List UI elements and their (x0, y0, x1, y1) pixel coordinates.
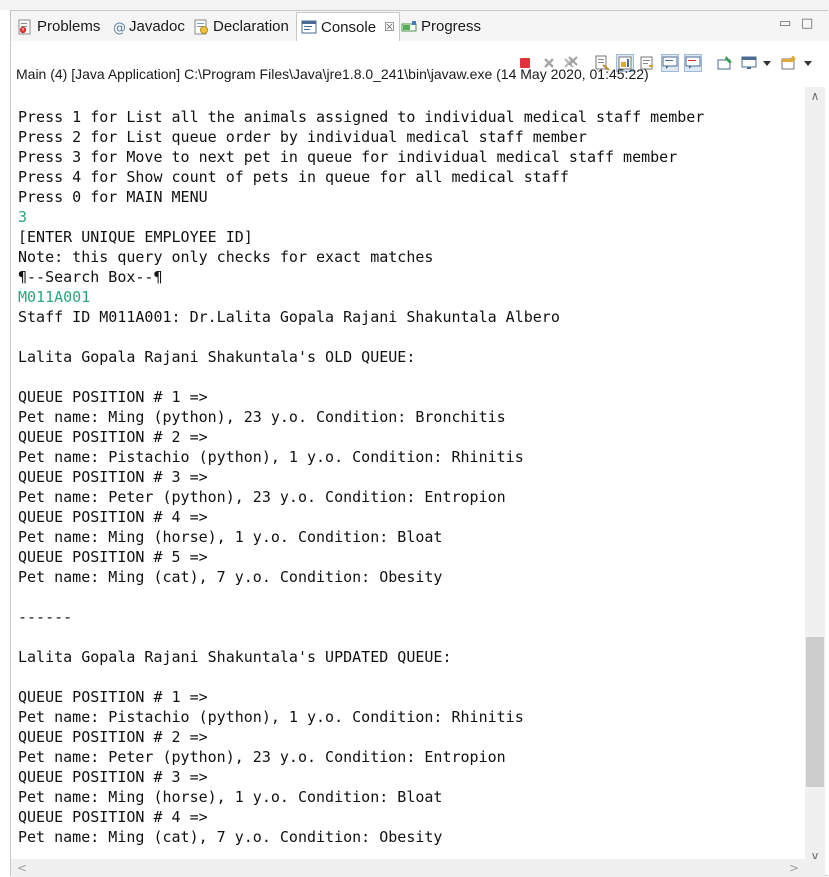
console-output-line: QUEUE POSITION # 2 => (18, 728, 208, 746)
console-output-line: Pet name: Pistachio (python), 1 y.o. Con… (18, 448, 524, 466)
console-output-line: Pet name: Peter (python), 23 y.o. Condit… (18, 488, 506, 506)
console-icon (301, 19, 317, 35)
console-output-line: Press 4 for Show count of pets in queue … (18, 168, 569, 186)
scroll-up-arrow-icon[interactable]: ∧ (805, 87, 825, 105)
process-label: Main (4) [Java Application] C:\Program F… (16, 66, 649, 82)
console-output-line: Pet name: Pistachio (python), 1 y.o. Con… (18, 708, 524, 726)
console-output-line: QUEUE POSITION # 4 => (18, 808, 208, 826)
problems-icon (17, 19, 33, 35)
console-view: Problems @ Javadoc Declaration Console ☒ (10, 10, 829, 877)
console-output-line: Press 3 for Move to next pet in queue fo… (18, 148, 678, 166)
console-output-line: Lalita Gopala Rajani Shakuntala's UPDATE… (18, 648, 452, 666)
console-output-line: Pet name: Ming (horse), 1 y.o. Condition… (18, 788, 443, 806)
tab-javadoc[interactable]: @ Javadoc (109, 13, 189, 40)
console-output-line: QUEUE POSITION # 1 => (18, 388, 208, 406)
console-output-line: Pet name: Ming (cat), 7 y.o. Condition: … (18, 828, 443, 846)
scroll-left-arrow-icon[interactable]: < (13, 859, 31, 877)
console-output-line: ¶--Search Box--¶ (18, 268, 163, 286)
console-input-line: 3 (18, 208, 28, 226)
minimize-view-button[interactable]: ▭ (779, 16, 791, 31)
console-output-line: QUEUE POSITION # 3 => (18, 768, 208, 786)
top-window-strip (0, 0, 829, 10)
javadoc-icon: @ (113, 19, 126, 36)
console-output-line: Pet name: Peter (python), 23 y.o. Condit… (18, 748, 506, 766)
scrollbar-corner (805, 859, 825, 877)
console-output-line: Pet name: Ming (horse), 1 y.o. Condition… (18, 528, 443, 546)
tab-label: Problems (37, 18, 101, 35)
console-output-line: Press 0 for MAIN MENU (18, 188, 208, 206)
tab-problems[interactable]: Problems (13, 13, 104, 40)
tab-label: Console (321, 18, 377, 36)
tab-label: Javadoc (129, 18, 185, 35)
tab-label: Progress (421, 18, 482, 35)
svg-text:@: @ (113, 21, 125, 35)
tab-declaration[interactable]: Declaration (189, 13, 293, 40)
view-tab-bar: Problems @ Javadoc Declaration Console ☒ (11, 11, 829, 42)
scroll-right-arrow-icon[interactable]: > (785, 859, 803, 877)
console-output-line: Pet name: Ming (cat), 7 y.o. Condition: … (18, 568, 443, 586)
console-input-line: M011A001 (18, 288, 91, 306)
declaration-icon (193, 19, 209, 35)
tab-console[interactable]: Console ☒ (296, 12, 400, 41)
console-output-line: QUEUE POSITION # 2 => (18, 428, 208, 446)
close-icon[interactable]: ☒ (384, 20, 395, 34)
console-output-line: QUEUE POSITION # 4 => (18, 508, 208, 526)
horizontal-scrollbar[interactable]: < > (11, 859, 805, 877)
tab-label: Declaration (213, 18, 289, 35)
console-output-line: QUEUE POSITION # 3 => (18, 468, 208, 486)
console-output[interactable]: Press 1 for List all the animals assigne… (11, 87, 805, 865)
console-output-line: QUEUE POSITION # 5 => (18, 548, 208, 566)
tab-progress[interactable]: Progress (397, 13, 485, 40)
console-output-line: Staff ID M011A001: Dr.Lalita Gopala Raja… (18, 308, 560, 326)
console-output-line: ------ (18, 608, 73, 626)
console-output-line: Press 1 for List all the animals assigne… (18, 108, 705, 126)
console-output-line: Lalita Gopala Rajani Shakuntala's OLD QU… (18, 348, 416, 366)
console-output-line: Press 2 for List queue order by individu… (18, 128, 587, 146)
console-output-line: Note: this query only checks for exact m… (18, 248, 434, 266)
console-output-line: QUEUE POSITION # 1 => (18, 688, 208, 706)
console-output-line: [ENTER UNIQUE EMPLOYEE ID] (18, 228, 253, 246)
vertical-scroll-thumb[interactable] (806, 637, 824, 787)
vertical-scrollbar[interactable]: ∧ ∨ (805, 87, 825, 865)
progress-icon (401, 19, 417, 35)
maximize-view-button[interactable]: □ (801, 16, 813, 31)
console-output-line: Pet name: Ming (python), 23 y.o. Conditi… (18, 408, 506, 426)
